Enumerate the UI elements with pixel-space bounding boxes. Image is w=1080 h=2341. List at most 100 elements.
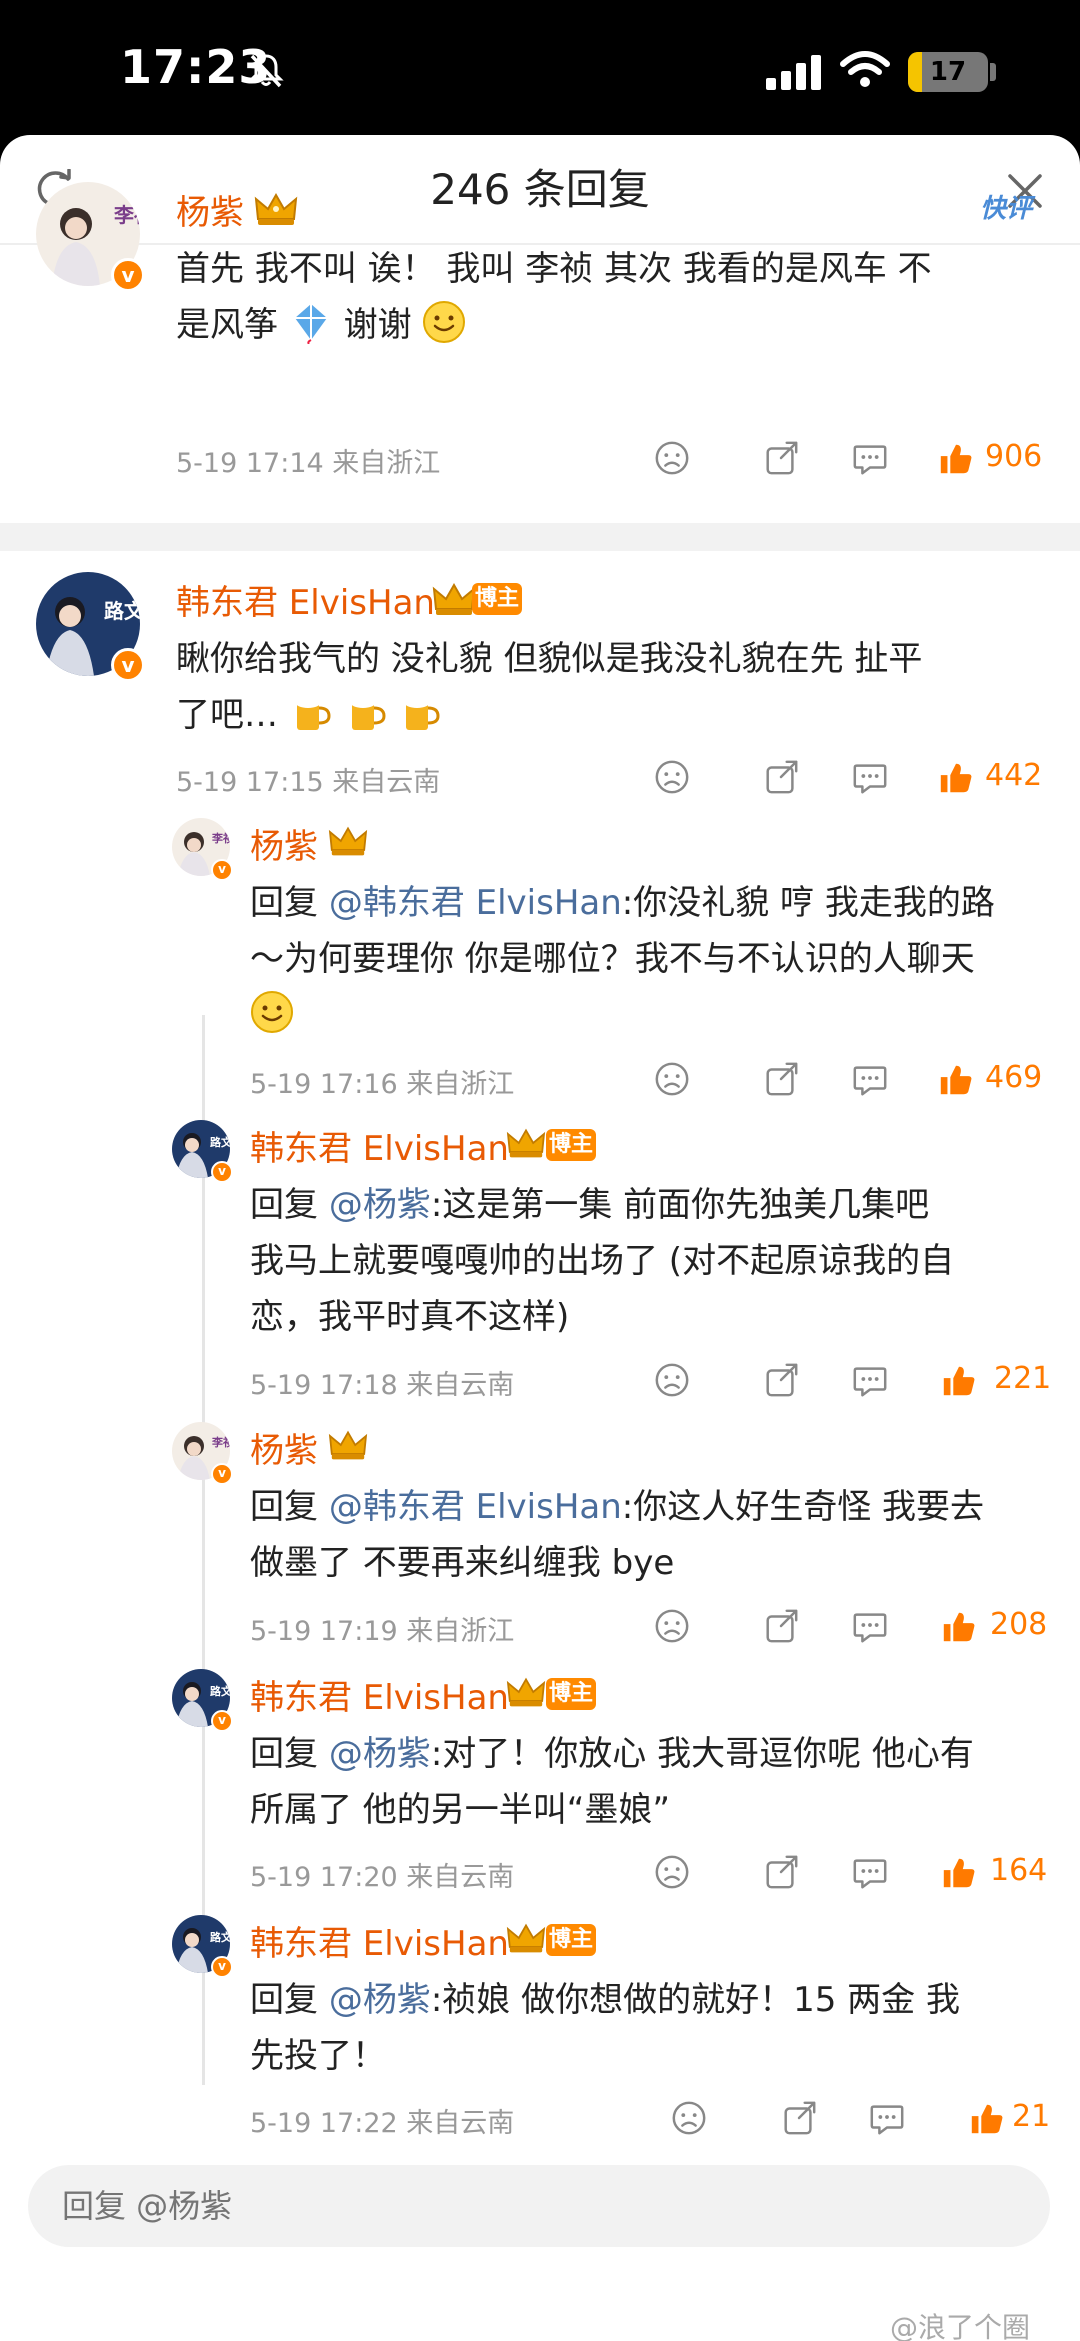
username[interactable]: 韩东君 ElvisHan: [250, 1916, 509, 1965]
verified-badge: v: [211, 1161, 233, 1183]
comment-line-1: 首先 我不叫 诶！ 我叫 李祯 其次 我看的是风车 不: [176, 249, 932, 289]
comment-line-1: 瞅你给我气的 没礼貌 但貌似是我没礼貌在先 扯平: [176, 639, 923, 679]
comment-time: 5-19 17:14: [176, 448, 324, 479]
comment-meta: 5-19 17:15 来自云南: [176, 760, 440, 799]
dislike-icon[interactable]: [670, 2099, 708, 2137]
mention-link[interactable]: @杨紫: [329, 1734, 431, 1774]
like-icon[interactable]: [940, 1361, 978, 1399]
mention-link[interactable]: @杨紫: [329, 1185, 431, 1225]
blogger-badge: 博主: [546, 1678, 596, 1710]
share-icon[interactable]: [762, 1607, 800, 1645]
comment-time: 5-19 17:15: [176, 767, 324, 798]
beer-emoji: [349, 696, 386, 730]
reply-line-1-text: :祯娘 做你想做的就好！15 两金 我: [430, 1980, 960, 2020]
username[interactable]: 韩东君 ElvisHan: [250, 1670, 509, 1719]
mention-link[interactable]: @韩东君 ElvisHan: [329, 883, 622, 923]
dislike-icon[interactable]: [653, 439, 691, 477]
watermark: @浪了个圈: [890, 2311, 1031, 2341]
mention-link[interactable]: @杨紫: [329, 1980, 431, 2020]
battery-icon: 17: [908, 52, 988, 92]
reply-prefix: 回复: [250, 1185, 329, 1225]
bell-muted-icon: [248, 54, 284, 88]
reply-line-1-text: :你这人好生奇怪 我要去: [621, 1487, 985, 1527]
like-count: 208: [990, 1607, 1048, 1642]
reply-line-1: 回复 @杨紫:祯娘 做你想做的就好！15 两金 我: [250, 1972, 1070, 2028]
comment-line-2: 是风筝 谢谢: [176, 297, 1036, 353]
like-count: 164: [990, 1853, 1048, 1888]
battery-cap: [990, 63, 996, 81]
username[interactable]: 杨紫: [250, 819, 318, 868]
dislike-icon[interactable]: [653, 1853, 691, 1891]
comment-source: 来自浙江: [332, 448, 441, 479]
battery-level: 17: [929, 57, 967, 87]
share-icon[interactable]: [780, 2099, 818, 2137]
comment-icon[interactable]: [851, 1361, 889, 1399]
verified-badge: v: [211, 1463, 233, 1485]
mention-link[interactable]: @韩东君 ElvisHan: [329, 1487, 622, 1527]
comment-text: 瞅你给我气的 没礼貌 但貌似是我没礼貌在先 扯平 了吧…: [176, 631, 1056, 743]
reply-source: 来自云南: [406, 1862, 515, 1893]
reply-prefix: 回复: [250, 1734, 329, 1774]
signal-icon: [766, 55, 821, 90]
smile-emoji: [251, 991, 293, 1033]
kite-emoji: [294, 304, 327, 344]
comment-line-2: 了吧…: [176, 687, 1056, 743]
share-icon[interactable]: [762, 758, 800, 796]
reply-time: 5-19 17:20: [250, 1862, 398, 1893]
smile-emoji: [423, 301, 466, 343]
reply-line-2: 先投了！: [250, 2036, 386, 2076]
reply-meta: 5-19 17:19 来自浙江: [250, 1609, 514, 1648]
share-icon[interactable]: [762, 1060, 800, 1098]
comment-icon[interactable]: [851, 1853, 889, 1891]
quick-comment-button[interactable]: 快评: [980, 188, 1032, 225]
crown-icon: [506, 1677, 546, 1707]
reply-line-3: 恋，我平时真不这样): [250, 1297, 570, 1337]
blogger-badge: 博主: [472, 583, 522, 615]
reply-line-2: 我马上就要嘎嘎帅的出场了 (对不起原谅我的自: [250, 1241, 955, 1281]
comment-icon[interactable]: [851, 439, 889, 477]
like-icon[interactable]: [940, 1853, 978, 1891]
username[interactable]: 杨紫: [176, 185, 244, 234]
beer-emoji: [404, 696, 440, 730]
share-icon[interactable]: [762, 439, 800, 477]
like-icon[interactable]: [937, 1060, 975, 1098]
dislike-icon[interactable]: [653, 1060, 691, 1098]
like-icon[interactable]: [937, 439, 975, 477]
reply-line-1-text: :这是第一集 前面你先独美几集吧: [430, 1185, 930, 1225]
reply-source: 来自浙江: [406, 1069, 515, 1100]
avatar-label: 路文: [210, 1930, 230, 1944]
comment-meta: 5-19 17:14 来自浙江: [176, 441, 440, 480]
dislike-icon[interactable]: [653, 1607, 691, 1645]
crown-icon: [506, 1128, 546, 1158]
share-icon[interactable]: [762, 1853, 800, 1891]
like-count: 469: [985, 1060, 1043, 1095]
reply-prefix: 回复: [250, 883, 329, 923]
reply-text: 回复 @杨紫:祯娘 做你想做的就好！15 两金 我 先投了！: [250, 1972, 1070, 2084]
verified-badge: v: [111, 258, 145, 292]
comment-line-2a: 是风筝: [176, 305, 278, 345]
reply-sheet: 246 条回复 李祯 v 杨紫 快评: [0, 135, 1080, 2341]
username[interactable]: 杨紫: [250, 1423, 318, 1472]
comment-icon[interactable]: [851, 1607, 889, 1645]
verified-badge: v: [111, 648, 145, 682]
username[interactable]: 韩东君 ElvisHan: [176, 575, 435, 624]
dislike-icon[interactable]: [653, 1361, 691, 1399]
reply-prefix: 回复: [250, 1487, 329, 1527]
like-icon[interactable]: [968, 2099, 1006, 2137]
like-icon[interactable]: [937, 758, 975, 796]
comment-icon[interactable]: [868, 2099, 906, 2137]
crown-icon: [328, 826, 368, 856]
comment-icon[interactable]: [851, 758, 889, 796]
like-icon[interactable]: [940, 1607, 978, 1645]
reply-text: 回复 @杨紫:对了！你放心 我大哥逗你呢 他心有 所属了 他的另一半叫“墨娘”: [250, 1726, 1070, 1838]
like-count: 221: [994, 1361, 1052, 1396]
dislike-icon[interactable]: [653, 758, 691, 796]
reply-line-1-text: :对了！你放心 我大哥逗你呢 他心有: [430, 1734, 974, 1774]
reply-meta: 5-19 17:20 来自云南: [250, 1855, 514, 1894]
reply-meta: 5-19 17:16 来自浙江: [250, 1062, 514, 1101]
reply-input[interactable]: [28, 2165, 1050, 2247]
reply-line-1: 回复 @韩东君 ElvisHan:你没礼貌 哼 我走我的路: [250, 875, 1070, 931]
share-icon[interactable]: [762, 1361, 800, 1399]
comment-icon[interactable]: [851, 1060, 889, 1098]
username[interactable]: 韩东君 ElvisHan: [250, 1121, 509, 1170]
